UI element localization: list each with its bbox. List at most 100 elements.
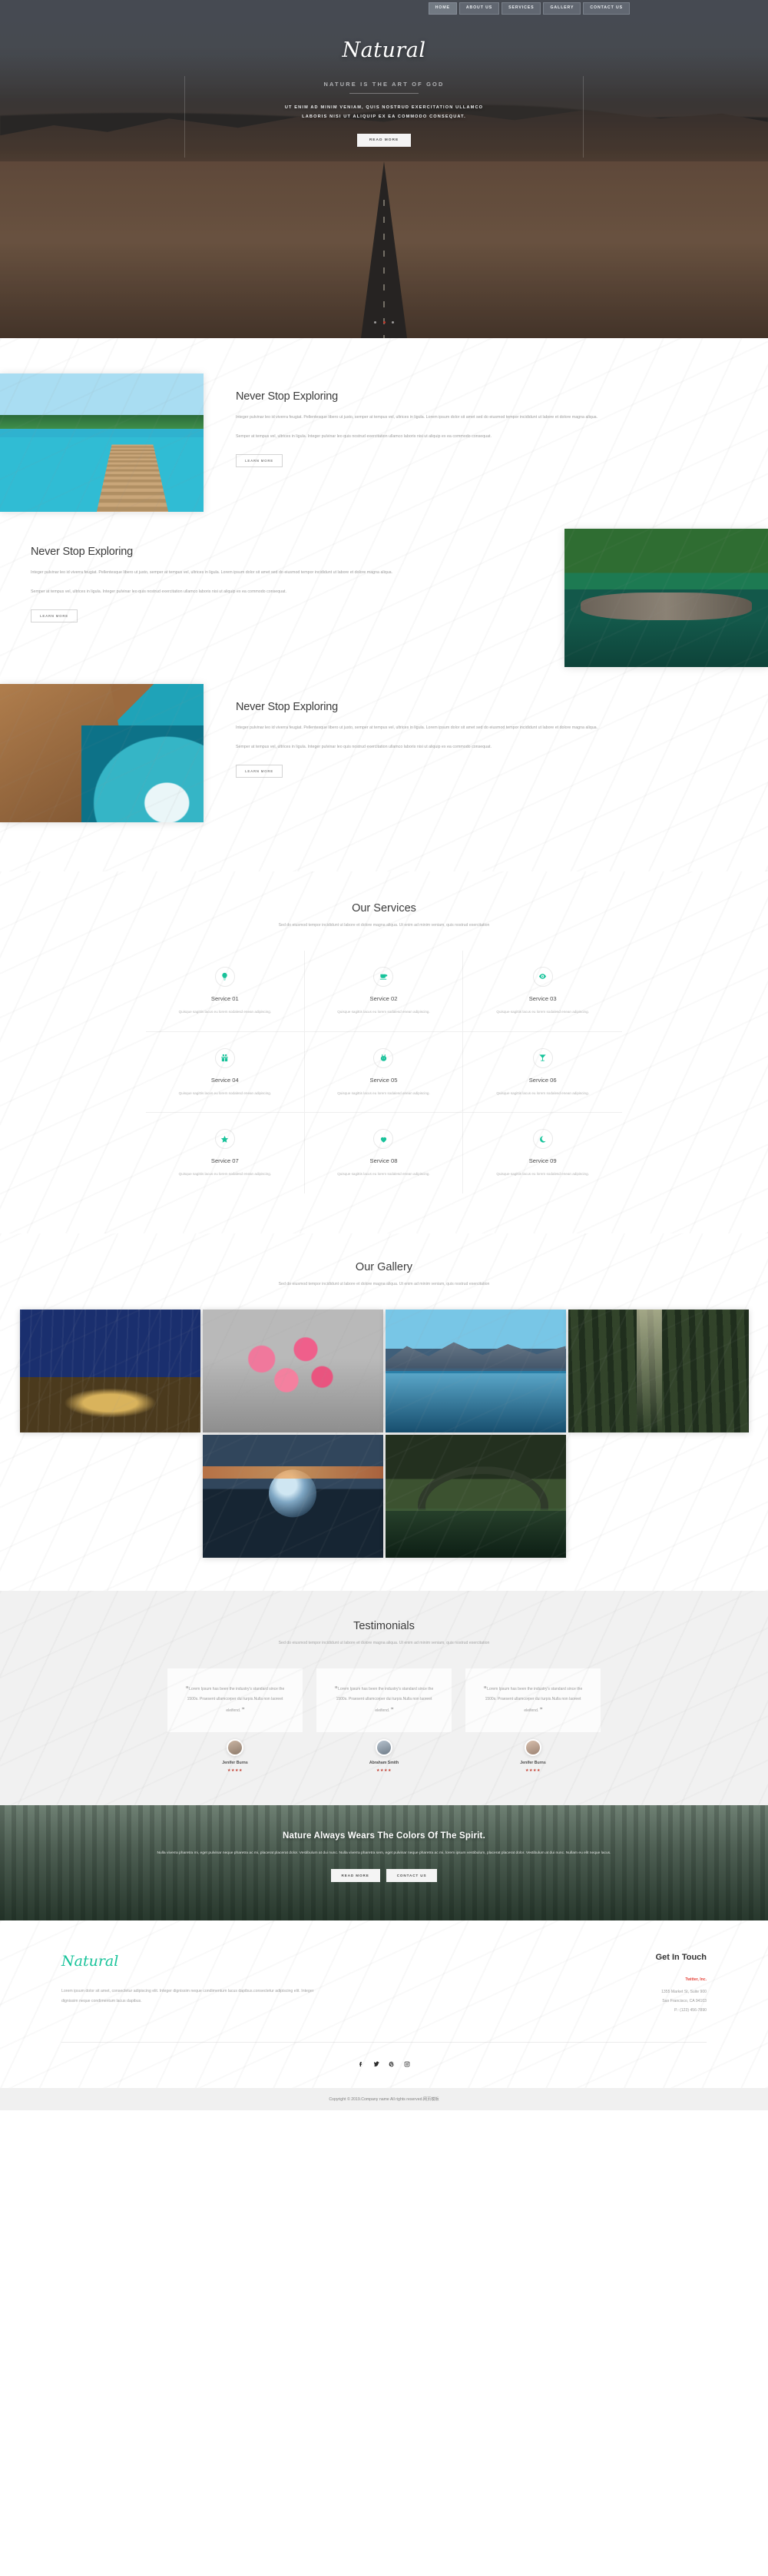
address-line-1: 1355 Market St, Suite 900 [661, 1989, 707, 1994]
gallery-subheading: Sed do eiusmod tempor incididunt ut labo… [278, 1281, 490, 1286]
cta-banner: Nature Always Wears The Colors Of The Sp… [0, 1804, 768, 1920]
address-line-2: San Francisco, CA 94103 [662, 1998, 707, 2003]
slider-dot-2-active[interactable] [382, 321, 386, 324]
nav-item-contact-us[interactable]: CONTACT US [583, 2, 630, 15]
coffee-cup-icon [373, 966, 394, 987]
testimonial-quote-box: “ Lorem Ipsum has been the industry's st… [465, 1668, 601, 1732]
service-title: Service 04 [210, 1076, 239, 1084]
quote-close-icon: ” [241, 1706, 245, 1714]
instagram-icon[interactable] [404, 2061, 411, 2068]
explore-learn-more-button[interactable]: LEARN MORE [236, 453, 283, 467]
top-navigation: HOME ABOUT US SERVICES GALLERY CONTACT U… [0, 0, 768, 17]
footer: Natural Lorem ipsum dolor sit amet, cons… [0, 1920, 768, 2088]
hero-text-frame: NATURE IS THE ART OF GOD UT ENIM AD MINI… [184, 76, 584, 158]
nav-item-about-us[interactable]: ABOUT US [458, 2, 500, 15]
lightbulb-icon [214, 966, 235, 987]
gallery-row-2 [0, 1434, 768, 1558]
testimonial-quote: Lorem Ipsum has been the industry's stan… [336, 1686, 434, 1713]
rating-stars: ★★★★ [525, 1768, 541, 1773]
service-card-06[interactable]: Service 06 Quisque sagittis lacus eu lor… [463, 1032, 622, 1114]
twitter-icon[interactable] [373, 2061, 380, 2068]
testimonial-quote-box: “ Lorem Ipsum has been the industry's st… [167, 1668, 303, 1732]
blue-forest-photo[interactable] [19, 1309, 200, 1432]
explore-row-3: Never Stop Exploring Integer pulvinar le… [0, 684, 768, 822]
service-card-09[interactable]: Service 09 Quisque sagittis lacus eu lor… [463, 1113, 622, 1193]
quote-open-icon: “ [483, 1685, 487, 1692]
star-icon [214, 1129, 235, 1150]
testimonials-subheading: Sed do eiusmod tempor incididunt ut labo… [278, 1640, 490, 1645]
service-title: Service 01 [210, 994, 239, 1002]
service-card-05[interactable]: Service 05 Quisque sagittis lacus eu lor… [304, 1031, 464, 1114]
footer-logo[interactable]: Natural [61, 1953, 315, 1970]
slider-dot-1[interactable] [374, 321, 377, 324]
pink-blossom-photo[interactable] [202, 1309, 383, 1432]
hero-section: HOME ABOUT US SERVICES GALLERY CONTACT U… [0, 0, 768, 338]
service-desc: Quisque sagittis lacus eu lorem sodalesd… [337, 1009, 430, 1014]
cta-buttons: READ MORE CONTACT US [115, 1869, 653, 1883]
explore-paragraph-1: Integer pulvinar leo id viverra feugiat.… [236, 415, 598, 420]
testimonial-author: Abraham Smith [369, 1760, 399, 1765]
heart-icon [373, 1129, 394, 1150]
hero-subtitle-line-2: LABORIS NISI UT ALIQUIP EX EA COMMODO CO… [302, 114, 466, 119]
service-desc: Quisque sagittis lacus eu lorem sodalesd… [496, 1090, 589, 1095]
explore-section: Never Stop Exploring Integer pulvinar le… [0, 338, 768, 871]
gallery-section: Our Gallery Sed do eiusmod tempor incidi… [0, 1233, 768, 1591]
footer-about-text: Lorem ipsum dolor sit amet, consectetur … [61, 1988, 314, 2003]
nav-item-services[interactable]: SERVICES [502, 2, 541, 15]
services-section: Our Services Sed do eiusmod tempor incid… [0, 871, 768, 1233]
quote-close-icon: ” [390, 1706, 394, 1714]
phone-number[interactable]: P.: (123) 456-7890 [515, 2007, 707, 2016]
service-card-07[interactable]: Service 07 Quisque sagittis lacus eu lor… [146, 1113, 305, 1193]
services-subheading: Sed do eiusmod tempor incididunt ut labo… [278, 923, 490, 928]
pinterest-icon[interactable] [389, 2061, 396, 2068]
facebook-icon[interactable] [358, 2061, 365, 2068]
crystal-ball-sunset-photo[interactable] [202, 1434, 383, 1558]
hero-slider-dots [0, 314, 768, 327]
nav-item-home[interactable]: HOME [428, 2, 457, 15]
explore-heading: Never Stop Exploring [236, 701, 339, 713]
service-card-08[interactable]: Service 08 Quisque sagittis lacus eu lor… [305, 1113, 464, 1193]
moon-icon [532, 1129, 553, 1150]
explore-heading: Never Stop Exploring [31, 546, 134, 558]
explore-paragraph-2: Semper at tempus vel, ultrices in ligula… [236, 433, 492, 439]
mountain-lake-photo[interactable] [385, 1309, 566, 1432]
avatar [525, 1738, 541, 1756]
testimonials-row: “ Lorem Ipsum has been the industry's st… [0, 1668, 768, 1773]
testimonial-card-1: “ Lorem Ipsum has been the industry's st… [167, 1668, 303, 1773]
testimonial-author: Jenifer Burns [222, 1760, 248, 1765]
service-desc: Quisque sagittis lacus eu lorem sodalesd… [496, 1172, 589, 1177]
explore-paragraph-2: Semper at tempus vel, ultrices in ligula… [236, 744, 492, 749]
service-desc: Quisque sagittis lacus eu lorem sodalesd… [178, 1009, 272, 1014]
service-desc: Quisque sagittis lacus eu lorem sodalesd… [496, 1009, 589, 1014]
explore-row-2: Never Stop Exploring Integer pulvinar le… [0, 529, 768, 667]
service-card-03[interactable]: Service 03 Quisque sagittis lacus eu lor… [463, 951, 622, 1032]
service-card-02[interactable]: Service 02 Quisque sagittis lacus eu lor… [304, 950, 464, 1032]
explore-learn-more-button[interactable]: LEARN MORE [236, 764, 283, 778]
company-name: Twitter, Inc. [685, 1977, 707, 1982]
hero-read-more-button[interactable]: READ MORE [356, 134, 412, 148]
sunbeam-forest-photo[interactable] [568, 1309, 749, 1432]
service-card-04[interactable]: Service 04 Quisque sagittis lacus eu lor… [146, 1031, 305, 1114]
social-links [61, 2043, 707, 2088]
service-title: Service 05 [369, 1076, 398, 1084]
slider-dot-3[interactable] [391, 321, 394, 324]
testimonials-heading: Testimonials [353, 1619, 415, 1632]
service-title: Service 09 [528, 1157, 557, 1165]
quote-open-icon: “ [334, 1685, 338, 1692]
service-card-01[interactable]: Service 01 Quisque sagittis lacus eu lor… [146, 950, 305, 1032]
cta-read-more-button[interactable]: READ MORE [330, 1869, 380, 1883]
explore-row-1: Never Stop Exploring Integer pulvinar le… [0, 373, 768, 512]
service-title: Service 07 [210, 1157, 239, 1165]
explore-paragraph-1: Integer pulvinar leo id viverra feugiat.… [31, 570, 393, 575]
hero-brand-title: Natural [342, 38, 426, 62]
testimonial-author: Jenifer Burns [520, 1760, 546, 1765]
rating-stars: ★★★★ [376, 1768, 392, 1773]
testimonials-section: Testimonials Sed do eiusmod tempor incid… [0, 1590, 768, 1805]
cta-heading: Nature Always Wears The Colors Of The Sp… [283, 1831, 485, 1841]
cta-contact-us-button[interactable]: CONTACT US [386, 1869, 438, 1883]
explore-learn-more-button[interactable]: LEARN MORE [31, 609, 78, 622]
service-desc: Quisque sagittis lacus eu lorem sodalesd… [178, 1172, 272, 1177]
nav-item-gallery[interactable]: GALLERY [543, 2, 581, 15]
avatar [376, 1738, 392, 1756]
stone-arch-bridge-photo[interactable] [385, 1434, 566, 1558]
